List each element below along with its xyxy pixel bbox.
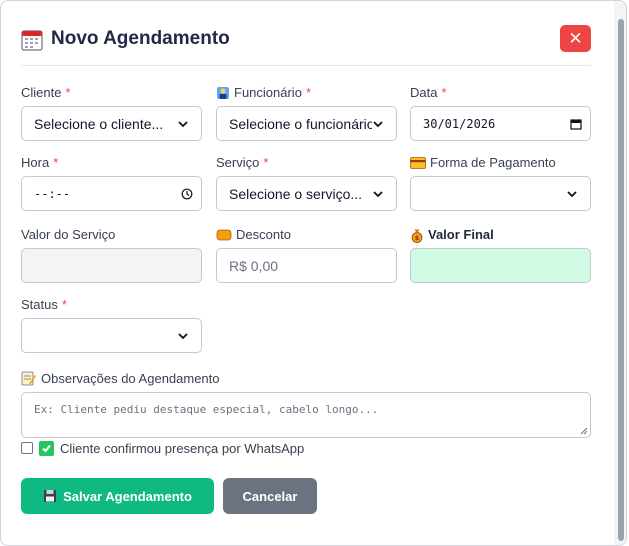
servico-select[interactable]: Selecione o serviço... [216,176,397,211]
status-label-text: Status [21,297,58,312]
coin-icon [216,229,232,241]
cliente-field: Cliente * Selecione o cliente... [21,84,202,141]
status-select[interactable] [21,318,202,353]
clock-icon[interactable] [181,188,193,200]
valor-final-input [410,248,591,283]
servico-label-text: Serviço [216,155,260,170]
save-button-label: Salvar Agendamento [63,488,192,504]
funcionario-label-text: Funcionário [234,85,302,100]
status-label: Status * [21,296,202,314]
data-label: Data * [410,84,591,102]
whatsapp-confirm-row: Cliente confirmou presença por WhatsApp [21,439,304,457]
funcionario-select-value: Selecione o funcionário [229,115,372,132]
modal-header: Novo Agendamento ✕ [21,25,591,65]
date-input[interactable]: 30/01/2026 [410,106,591,141]
cliente-select[interactable]: Selecione o cliente... [21,106,202,141]
time-input[interactable]: --:-- [21,176,202,211]
required-marker: * [53,155,59,170]
chevron-down-icon [178,120,188,127]
required-marker: * [61,297,67,312]
valor-final-field: $ Valor Final [410,226,591,283]
employee-icon [217,87,229,99]
cliente-select-value: Selecione o cliente... [34,115,164,132]
time-input-value: --:-- [34,186,71,201]
scrollbar-thumb[interactable] [618,19,624,541]
valor-servico-input [21,248,202,283]
funcionario-select[interactable]: Selecione o funcionário [216,106,397,141]
servico-select-value: Selecione o serviço... [229,185,363,202]
desconto-label-text: Desconto [236,227,291,242]
required-marker: * [305,85,311,100]
cliente-label-text: Cliente [21,85,62,100]
servico-field: Serviço * Selecione o serviço... [216,154,397,211]
cliente-label: Cliente * [21,84,202,102]
valor-final-label: $ Valor Final [410,226,591,244]
credit-card-icon [410,157,426,169]
green-check-icon [39,440,54,456]
modal-scrollbar[interactable] [614,1,626,545]
header-divider [21,65,591,66]
servico-label: Serviço * [216,154,397,172]
modal-title: Novo Agendamento [51,28,230,49]
chevron-down-icon [567,190,577,197]
required-marker: * [65,85,71,100]
status-field: Status * [21,296,202,353]
observacoes-textarea[interactable]: Ex: Cliente pediu destaque especial, cab… [21,392,591,438]
chevron-down-icon [178,332,188,339]
date-input-value: 30/01/2026 [423,116,496,131]
forma-pagamento-label-text: Forma de Pagamento [430,155,556,170]
observacoes-placeholder: Ex: Cliente pediu destaque especial, cab… [34,403,379,416]
observacoes-label: Observações do Agendamento [21,371,220,386]
funcionario-field: Funcionário * Selecione o funcionário [216,84,397,141]
hora-label-text: Hora [21,155,50,170]
data-field: Data * 30/01/2026 [410,84,591,141]
close-icon: ✕ [568,29,583,48]
desconto-placeholder: R$ 0,00 [229,257,279,274]
chevron-down-icon [373,190,383,197]
hora-label: Hora * [21,154,202,172]
data-label-text: Data [410,85,438,100]
required-marker: * [263,155,269,170]
save-button[interactable]: Salvar Agendamento [21,478,214,514]
forma-pagamento-field: Forma de Pagamento [410,154,591,211]
desconto-input[interactable]: R$ 0,00 [216,248,397,283]
memo-icon [21,371,36,386]
close-button[interactable]: ✕ [560,25,591,52]
cancel-button[interactable]: Cancelar [223,478,317,514]
required-marker: * [441,85,447,100]
chevron-down-icon [373,120,383,127]
svg-text:$: $ [415,235,419,242]
valor-servico-label-text: Valor do Serviço [21,227,116,242]
forma-pagamento-select[interactable] [410,176,591,211]
valor-servico-field: Valor do Serviço [21,226,202,283]
appointment-modal: Novo Agendamento ✕ Cliente * Selecione o… [0,0,627,546]
whatsapp-confirm-label: Cliente confirmou presença por WhatsApp [60,440,305,456]
whatsapp-checkbox[interactable] [21,442,33,454]
calendar-icon [21,30,43,51]
desconto-label: Desconto [216,226,397,244]
forma-pagamento-label: Forma de Pagamento [410,154,591,172]
funcionario-label: Funcionário * [216,84,397,102]
observacoes-label-text: Observações do Agendamento [41,371,220,386]
money-bag-icon: $ [411,229,423,243]
calendar-picker-icon[interactable] [570,118,582,130]
resize-handle-icon[interactable] [580,427,588,435]
desconto-field: Desconto R$ 0,00 [216,226,397,283]
hora-field: Hora * --:-- [21,154,202,211]
valor-servico-label: Valor do Serviço [21,226,202,244]
floppy-disk-icon [44,490,57,502]
cancel-button-label: Cancelar [242,488,298,504]
valor-final-label-text: Valor Final [428,227,494,242]
